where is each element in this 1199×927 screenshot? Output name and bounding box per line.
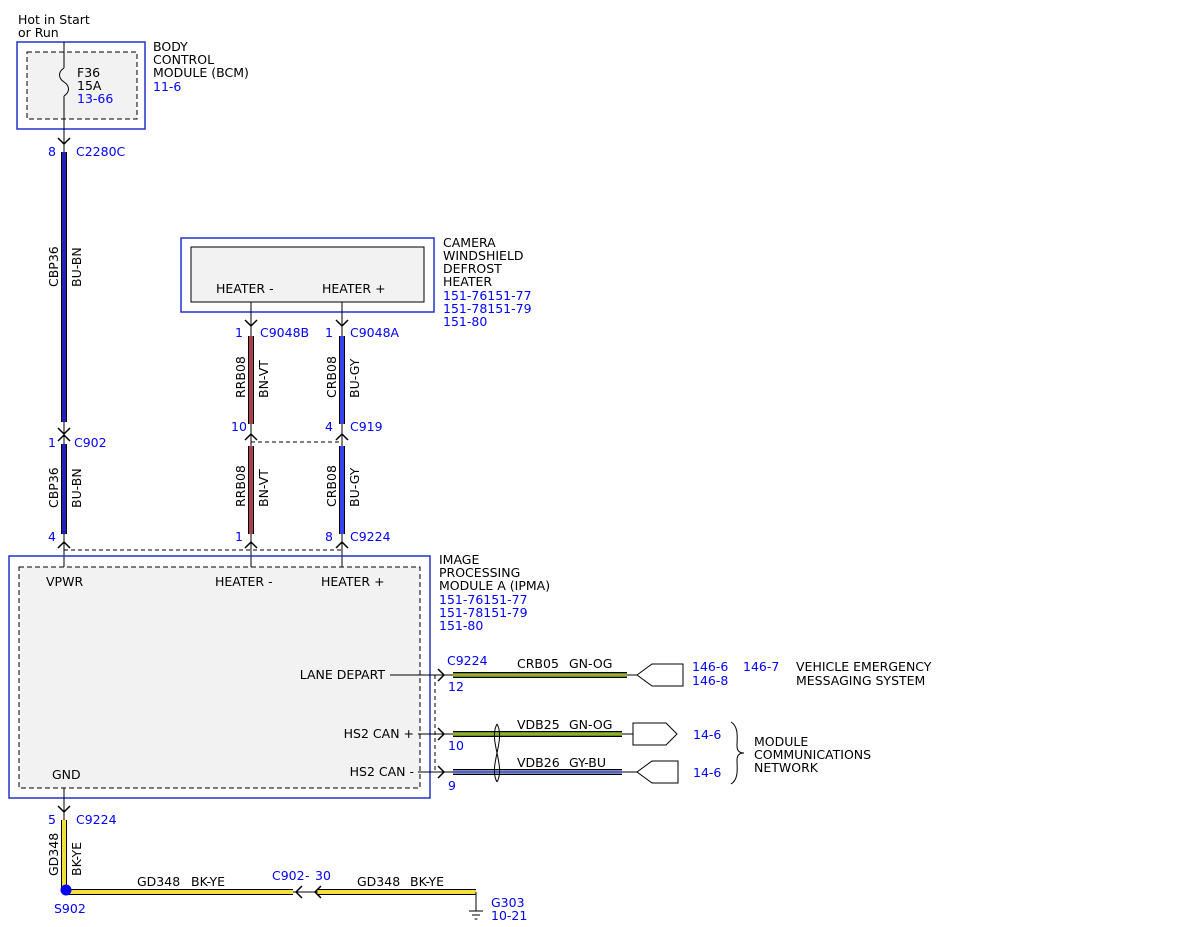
ipma-pin-vpwr: VPWR: [46, 574, 83, 589]
c902-pin: 1: [48, 435, 56, 450]
mcn-ref-neg: 14-6: [693, 765, 721, 780]
vems-ref-2: 146-7: [743, 659, 779, 674]
c919-name: C919: [350, 419, 383, 434]
ground-icon: [469, 892, 483, 920]
crb05-circuit: CRB05: [517, 656, 559, 671]
c9224-top-pin-neg: 1: [235, 529, 243, 544]
c9224-lane-pin: 12: [448, 679, 464, 694]
ipma-pin-hs2-can-neg: HS2 CAN -: [350, 764, 414, 779]
c902-gnd-name: C902: [272, 868, 305, 883]
c2280c-name: C2280C: [76, 144, 126, 159]
gd348-left-color: BK-YE: [191, 874, 225, 889]
mcn-brace-icon: [730, 721, 745, 785]
crb08-upper-circuit: CRB08: [324, 356, 339, 398]
camera-heater-name-line4: HEATER: [443, 274, 492, 289]
crb08-upper-color: BU-GY: [347, 358, 362, 398]
vdb26-circuit: VDB26: [517, 755, 560, 770]
crb08-lower-color: BU-GY: [347, 467, 362, 507]
rrb08-lower-color: BN-VT: [256, 469, 271, 507]
mcn-name-line3: NETWORK: [754, 760, 819, 775]
bcm-name-line3: MODULE (BCM): [153, 65, 249, 80]
gd348-right-color: BK-YE: [410, 874, 444, 889]
cbp36-lower-color: BU-BN: [69, 468, 84, 508]
c9224-top-name: C9224: [350, 529, 391, 544]
c9224-top-pin-pos: 8: [325, 529, 333, 544]
camera-heater-ref3: 151-80: [443, 314, 487, 329]
mcn-neg-destination-arrow-icon: [636, 760, 679, 784]
crb08-lower-circuit: CRB08: [324, 465, 339, 507]
rrb08-lower-circuit: RRB08: [233, 465, 248, 507]
ipma-pin-hs2-can-pos: HS2 CAN +: [344, 726, 414, 741]
wiring-diagram: Hot in Start or Run F36 15A 13-66 BODY C…: [8, 12, 932, 923]
mcn-pos-destination-arrow-icon: [632, 722, 678, 746]
vdb25-color: GN-OG: [569, 717, 612, 732]
c902-gnd-pin: 30: [315, 868, 331, 883]
vems-ref-1: 146-6: [692, 659, 728, 674]
crb05-color: GN-OG: [569, 656, 612, 671]
g303-ref: 10-21: [491, 908, 527, 923]
vems-name-line1: VEHICLE EMERGENCY: [796, 659, 932, 674]
cbp36-lower-circuit: CBP36: [46, 467, 61, 508]
s902-splice-icon: [60, 884, 72, 896]
camera-heater-pin-neg: HEATER -: [216, 281, 274, 296]
c9048b-name: C9048B: [260, 325, 309, 340]
c9224-gnd-name: C9224: [76, 812, 117, 827]
vems-destination-arrow-icon: [636, 663, 684, 687]
vdb26-color: GY-BU: [569, 755, 606, 770]
gd348-vertical-circuit: GD348: [46, 833, 61, 876]
s902-name: S902: [54, 901, 86, 916]
gd348-vertical-color: BK-YE: [69, 842, 84, 876]
ipma-pin-gnd: GND: [52, 767, 81, 782]
cbp36-upper-color: BU-BN: [69, 247, 84, 287]
ipma-ref3: 151-80: [439, 618, 483, 633]
ipma-pin-heater-pos: HEATER +: [321, 574, 385, 589]
c919-pin-pos: 4: [325, 419, 333, 434]
ipma-pin-heater-neg: HEATER -: [215, 574, 273, 589]
rrb08-upper-circuit: RRB08: [233, 356, 248, 398]
camera-heater-pin-pos: HEATER +: [322, 281, 386, 296]
ipma-pin-lane-depart: LANE DEPART: [300, 667, 386, 682]
gd348-right-circuit: GD348: [357, 874, 400, 889]
c902-vpwr-pin: 4: [48, 529, 56, 544]
c919-pin-neg: 10: [231, 419, 247, 434]
c9224-lane-name: C9224: [447, 653, 488, 668]
vems-name-line2: MESSAGING SYSTEM: [796, 673, 925, 688]
vems-ref-3: 146-8: [692, 673, 728, 688]
power-source-line2: or Run: [18, 25, 59, 40]
mcn-ref-pos: 14-6: [693, 727, 721, 742]
c2280c-pin: 8: [48, 144, 56, 159]
c902-name: C902: [74, 435, 107, 450]
rrb08-upper-color: BN-VT: [256, 360, 271, 398]
vdb25-circuit: VDB25: [517, 717, 560, 732]
c902-gnd-separator: -: [305, 868, 310, 883]
gd348-left-circuit: GD348: [137, 874, 180, 889]
c9048a-name: C9048A: [350, 325, 400, 340]
c9048a-pin: 1: [325, 325, 333, 340]
ipma-name-line3: MODULE A (IPMA): [439, 578, 550, 593]
bcm-ref: 11-6: [153, 79, 181, 94]
c9224-can-neg-pin: 9: [448, 778, 456, 793]
c9224-can-pos-pin: 10: [448, 738, 464, 753]
c9048b-pin: 1: [235, 325, 243, 340]
fuse-ref: 13-66: [77, 91, 113, 106]
c9224-gnd-pin: 5: [48, 812, 56, 827]
cbp36-upper-circuit: CBP36: [46, 246, 61, 287]
